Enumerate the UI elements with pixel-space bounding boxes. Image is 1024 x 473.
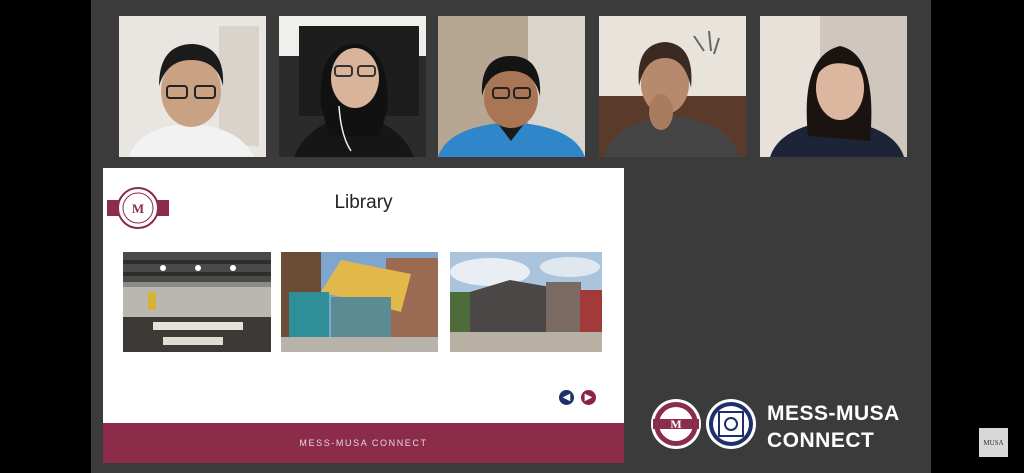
participant-video <box>760 16 907 157</box>
participant-tile[interactable] <box>279 16 426 157</box>
library-building-photo <box>450 252 602 352</box>
slide-footer: MESS-MUSA CONNECT <box>103 423 624 463</box>
mess-seal-logo-icon: M <box>651 399 701 449</box>
previous-slide-button[interactable]: ◀ <box>559 390 574 405</box>
brand-line-2: CONNECT <box>767 429 875 452</box>
participant-tile[interactable] <box>599 16 746 157</box>
brand-wordmark: MESS-MUSA CONNECT <box>767 400 900 454</box>
slide-title: Library <box>334 192 393 213</box>
participant-tile[interactable] <box>119 16 266 157</box>
slide-footer-text: MESS-MUSA CONNECT <box>299 438 428 448</box>
watermark-text: MUSA <box>983 438 1004 447</box>
participant-tile[interactable] <box>438 16 585 157</box>
svg-text:M: M <box>670 417 681 431</box>
participant-video <box>279 16 426 157</box>
musa-watermark: MUSA <box>979 428 1008 457</box>
library-entrance-photo <box>281 252 438 352</box>
library-interior-photo <box>123 252 271 352</box>
next-slide-button[interactable]: ▶ <box>581 390 596 405</box>
msa-seal-logo-icon <box>706 399 756 449</box>
shared-slide: M Library ◀ ▶ MESS-MUSA CONNECT <box>103 168 624 463</box>
chevron-left-icon: ◀ <box>562 391 571 403</box>
participant-tile[interactable] <box>760 16 907 157</box>
brand-line-1: MESS-MUSA <box>767 402 900 425</box>
participant-video <box>599 16 746 157</box>
chevron-right-icon: ▶ <box>584 391 593 403</box>
participant-video <box>119 16 266 157</box>
participant-video <box>438 16 585 157</box>
video-call-stage: M Library ◀ ▶ MESS-MUSA CONNECT M MESS-M… <box>91 0 931 473</box>
